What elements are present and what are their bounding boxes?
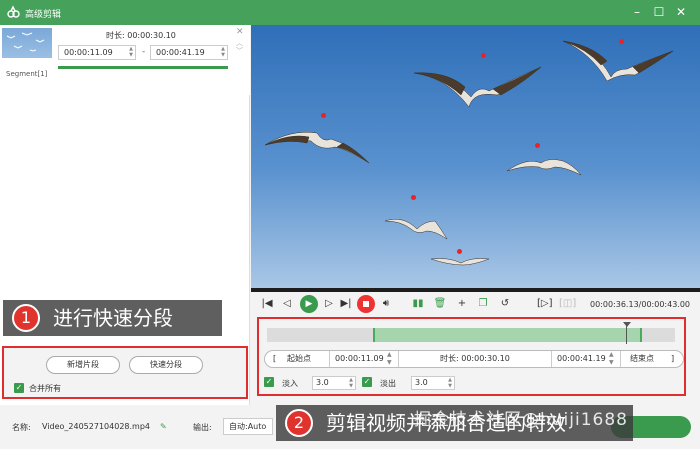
segment-start-time-field[interactable]: 00:00:11.09 ▲ ▼ [58, 45, 136, 60]
marker-4 [535, 143, 540, 148]
segment-duration: 时长: 00:00:30.10 [106, 31, 176, 40]
go-to-end-icon[interactable]: ▶| [339, 297, 353, 311]
segment-progress-bar [58, 66, 228, 69]
next-frame-icon[interactable]: ▷ [322, 297, 336, 311]
set-start-button[interactable]: 起始点 [287, 351, 311, 367]
marker-2 [481, 53, 486, 58]
close-icon[interactable]: ✕ [673, 4, 689, 20]
fade-out-value: 3.0 [415, 378, 428, 387]
merge-all-checkbox[interactable]: ✓ [14, 383, 24, 393]
go-to-start-icon[interactable]: |◀ [260, 297, 274, 311]
playhead[interactable] [623, 322, 631, 344]
volume-icon[interactable]: 🔊︎ [379, 297, 393, 311]
divider [551, 351, 552, 367]
name-label: 名称: [12, 423, 31, 432]
edit-name-icon[interactable]: ✎ [160, 422, 167, 431]
delete-icon[interactable]: 🗑︎ [433, 297, 447, 311]
fade-in-value: 3.0 [316, 378, 329, 387]
spinner-icon[interactable]: ▲ ▼ [609, 351, 614, 367]
output-label: 输出: [193, 423, 212, 432]
player-controls: |◀ ◁ ▶ ▷ ▶| 🔊︎ ▮▮ 🗑︎ + ❐ ↺ [▷] [◫] 00:00… [251, 292, 700, 316]
minimize-icon[interactable]: – [629, 4, 645, 20]
divider [620, 351, 621, 367]
range-row: [ 起始点 00:00:11.09 ▲ ▼ 时长: 00:00:30.10 00:… [264, 350, 684, 368]
file-name: Video_240527104028.mp4 [42, 422, 150, 431]
range-end-value[interactable]: 00:00:41.19 [557, 351, 606, 367]
output-format-select[interactable]: 自动:Auto [223, 418, 273, 435]
spinner-icon[interactable]: ▲ ▼ [129, 46, 133, 58]
spinner-icon[interactable]: ▲ ▼ [221, 46, 225, 58]
video-preview[interactable] [251, 25, 700, 288]
segment-label: Segment[1] [6, 70, 48, 78]
play-button[interactable]: ▶ [300, 295, 318, 313]
split-icon[interactable]: ▮▮ [411, 297, 425, 311]
marker-6 [457, 249, 462, 254]
segment-end-time-field[interactable]: 00:00:41.19 ▲ ▼ [150, 45, 228, 60]
new-segment-button[interactable]: 新增片段 [46, 356, 120, 374]
fade-in-field[interactable]: 3.0 ▲ ▼ [312, 376, 356, 390]
callout-text: 进行快速分段 [53, 306, 173, 330]
callout-quick-split: 1 进行快速分段 [3, 300, 222, 336]
mark-out-icon[interactable]: [◫] [559, 297, 576, 311]
spinner-icon[interactable]: ▲ ▼ [448, 377, 452, 389]
remove-segment-icon[interactable]: ✕ [236, 27, 244, 37]
undo-icon[interactable]: ↺ [498, 297, 512, 311]
bracket-left: [ [273, 354, 277, 363]
timeline-selection[interactable] [373, 328, 642, 342]
merge-all-label: 合并所有 [29, 384, 61, 393]
timeline-edit-box: [ 起始点 00:00:11.09 ▲ ▼ 时长: 00:00:30.10 00:… [257, 317, 686, 396]
title-bar: 高级剪辑 – ☐ ✕ [0, 0, 700, 25]
set-end-button[interactable]: 结束点 [630, 351, 654, 367]
fade-row: ✓ 淡入 3.0 ▲ ▼ ✓ 淡出 3.0 ▲ ▼ [264, 376, 684, 391]
record-stop-button[interactable] [357, 295, 375, 313]
copy-icon[interactable]: ❐ [476, 297, 490, 311]
birds-scene [264, 40, 674, 266]
segment-card[interactable]: 时长: 00:00:30.10 00:00:11.09 ▲ ▼ - 00:00:4… [0, 25, 250, 95]
fade-in-label: 淡入 [282, 379, 298, 388]
mark-in-icon[interactable]: [▷] [537, 297, 553, 311]
range-duration: 时长: 00:00:30.10 [440, 354, 510, 363]
watermark: 掘金技术社区@huiji1688 [414, 410, 628, 430]
maximize-icon[interactable]: ☐ [651, 4, 667, 20]
segment-actions-box: 新增片段 快速分段 ✓ 合并所有 [2, 346, 248, 399]
playback-time-readout: 00:00:36.13/00:00:43.00 [590, 300, 690, 309]
fade-out-checkbox[interactable]: ✓ [362, 377, 372, 387]
fade-in-checkbox[interactable]: ✓ [264, 377, 274, 387]
app-logo-icon [7, 5, 20, 18]
window-title: 高级剪辑 [25, 10, 62, 20]
quick-split-button[interactable]: 快速分段 [129, 356, 203, 374]
spinner-icon[interactable]: ▲ ▼ [349, 377, 353, 389]
range-start-value[interactable]: 00:00:11.09 [335, 351, 384, 367]
marker-1 [321, 113, 326, 118]
segment-start-value: 00:00:11.09 [64, 48, 113, 57]
fade-out-label: 淡出 [380, 379, 396, 388]
fade-out-field[interactable]: 3.0 ▲ ▼ [411, 376, 455, 390]
bracket-right: ] [671, 354, 675, 363]
marker-3 [619, 39, 624, 44]
callout-number: 2 [285, 409, 313, 437]
divider [329, 351, 330, 367]
segment-thumbnail [2, 28, 52, 58]
marker-5 [411, 195, 416, 200]
timeline-track[interactable] [267, 328, 675, 342]
previous-frame-icon[interactable]: ◁ [280, 297, 294, 311]
divider [398, 351, 399, 367]
callout-number: 1 [12, 304, 40, 332]
segment-end-value: 00:00:41.19 [156, 48, 205, 57]
range-dash: - [142, 47, 146, 57]
reorder-arrows-icon[interactable]: ︿ ﹀ [236, 39, 243, 55]
spinner-icon[interactable]: ▲ ▼ [387, 351, 392, 367]
add-icon[interactable]: + [455, 297, 469, 311]
